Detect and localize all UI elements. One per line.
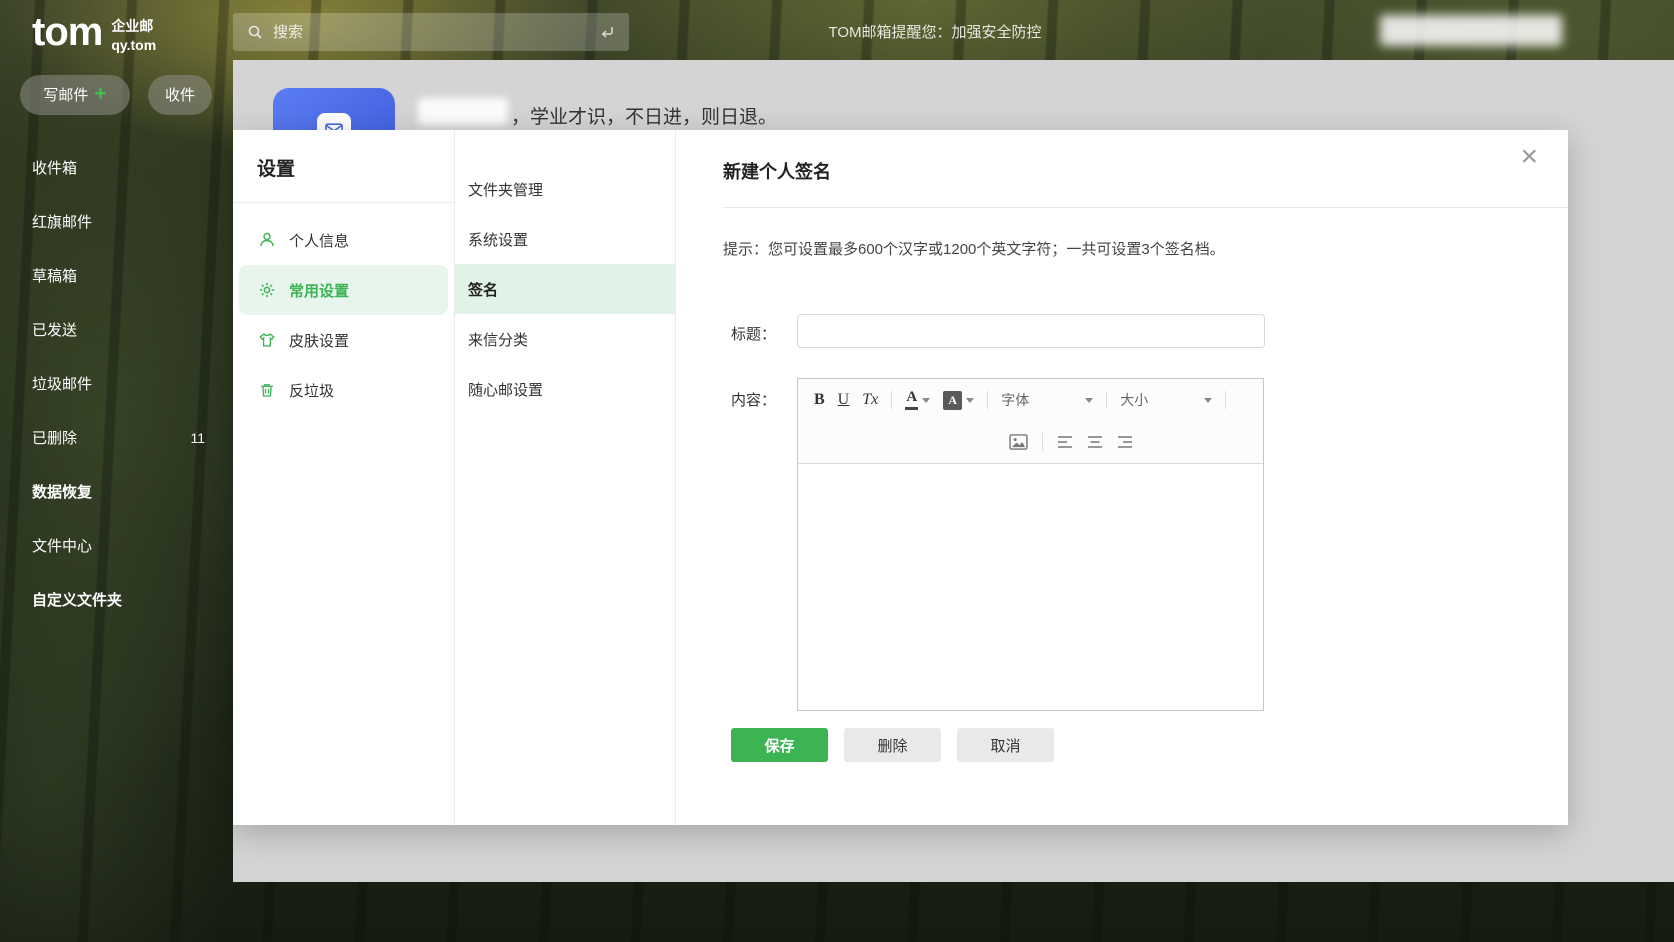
receive-button[interactable]: 收件 bbox=[148, 75, 212, 115]
editor-toolbar: B U Tx A A bbox=[798, 379, 1263, 464]
settings-nav-personal-info[interactable]: 个人信息 bbox=[239, 215, 448, 265]
cancel-button[interactable]: 取消 bbox=[957, 728, 1054, 762]
signature-panel: × 新建个人签名 提示：您可设置最多600个汉字或1200个英文字符；一共可设置… bbox=[676, 130, 1568, 825]
title-field-label: 标题： bbox=[731, 323, 776, 344]
signature-title-input[interactable] bbox=[797, 314, 1265, 348]
search-input[interactable] bbox=[273, 24, 589, 41]
align-left-icon[interactable] bbox=[1057, 435, 1073, 449]
bold-button[interactable]: B bbox=[814, 392, 825, 408]
settings-nav-anti-spam[interactable]: 反垃圾 bbox=[239, 365, 448, 415]
delete-button[interactable]: 删除 bbox=[844, 728, 941, 762]
action-buttons: 保存 删除 取消 bbox=[731, 728, 1054, 762]
settings-nav-skin-settings[interactable]: 皮肤设置 bbox=[239, 315, 448, 365]
align-right-icon[interactable] bbox=[1117, 435, 1133, 449]
close-icon[interactable]: × bbox=[1520, 142, 1538, 172]
subnav-folder-management[interactable]: 文件夹管理 bbox=[455, 164, 675, 214]
plus-icon: + bbox=[94, 83, 106, 104]
clear-format-button[interactable]: Tx bbox=[862, 392, 878, 408]
compose-button[interactable]: 写邮件 + bbox=[20, 75, 130, 115]
font-color-button[interactable]: A bbox=[905, 390, 930, 410]
topbar: TOM邮箱提醒您：加强安全防控 bbox=[0, 0, 1674, 60]
enter-icon[interactable] bbox=[599, 24, 615, 40]
sidebar-item-drafts[interactable]: 草稿箱 bbox=[0, 249, 233, 303]
insert-image-button[interactable] bbox=[1009, 434, 1028, 450]
sidebar-item-file-center[interactable]: 文件中心 bbox=[0, 519, 233, 573]
gear-icon bbox=[257, 281, 276, 299]
settings-subnav-column: 文件夹管理 系统设置 签名 来信分类 随心邮设置 bbox=[455, 130, 676, 825]
sidebar-item-data-recovery[interactable]: 数据恢复 bbox=[0, 465, 233, 519]
font-family-dropdown[interactable]: 字体 bbox=[1001, 390, 1093, 410]
trash-icon bbox=[257, 381, 276, 399]
sidebar-item-flagged[interactable]: 红旗邮件 bbox=[0, 195, 233, 249]
settings-title: 设置 bbox=[233, 154, 454, 203]
settings-modal: 设置 个人信息 常用设置 bbox=[233, 130, 1568, 825]
settings-nav-column: 设置 个人信息 常用设置 bbox=[233, 130, 455, 825]
shirt-icon bbox=[257, 331, 276, 349]
sidebar-item-spam[interactable]: 垃圾邮件 bbox=[0, 357, 233, 411]
font-color-bar bbox=[905, 407, 918, 410]
sidebar-menu: 收件箱 红旗邮件 草稿箱 已发送 垃圾邮件 已删除 11 数据恢复 文件中心 自… bbox=[0, 141, 233, 627]
content-field-label: 内容： bbox=[731, 389, 776, 410]
brand-domain: qy.tom bbox=[111, 36, 156, 55]
signature-hint: 提示：您可设置最多600个汉字或1200个英文字符；一共可设置3个签名档。 bbox=[723, 238, 1225, 259]
brand: tom 企业邮 qy.tom bbox=[0, 0, 233, 55]
toolbar-separator bbox=[891, 391, 892, 409]
brand-product: 企业邮 bbox=[111, 17, 156, 36]
chevron-down-icon bbox=[966, 398, 974, 403]
toolbar-separator bbox=[1042, 433, 1043, 451]
subnav-suixin-mail-settings[interactable]: 随心邮设置 bbox=[455, 364, 675, 414]
toolbar-separator bbox=[1225, 391, 1226, 409]
redacted-account bbox=[1380, 15, 1562, 46]
subnav-mail-classification[interactable]: 来信分类 bbox=[455, 314, 675, 364]
person-icon bbox=[257, 231, 276, 249]
font-size-dropdown[interactable]: 大小 bbox=[1120, 390, 1212, 410]
subnav-system-settings[interactable]: 系统设置 bbox=[455, 214, 675, 264]
panel-title: 新建个人签名 bbox=[723, 158, 831, 184]
sidebar-item-inbox[interactable]: 收件箱 bbox=[0, 141, 233, 195]
settings-nav-common-settings[interactable]: 常用设置 bbox=[239, 265, 448, 315]
sidebar-item-deleted[interactable]: 已删除 11 bbox=[0, 411, 233, 465]
chevron-down-icon bbox=[1085, 398, 1093, 403]
sidebar-item-sent[interactable]: 已发送 bbox=[0, 303, 233, 357]
panel-divider bbox=[723, 207, 1568, 208]
toolbar-separator bbox=[987, 391, 988, 409]
greeting-text: ，学业才识，不日进，则日退。 bbox=[511, 102, 777, 129]
toolbar-separator bbox=[1106, 391, 1107, 409]
chevron-down-icon bbox=[922, 398, 930, 403]
signature-content-area[interactable] bbox=[798, 464, 1263, 710]
deleted-count-badge: 11 bbox=[190, 430, 205, 446]
sidebar-item-custom-folders[interactable]: 自定义文件夹 bbox=[0, 573, 233, 627]
redacted-username bbox=[418, 98, 508, 125]
tom-logo: tom bbox=[32, 10, 102, 54]
align-center-icon[interactable] bbox=[1087, 435, 1103, 449]
rich-text-editor: B U Tx A A bbox=[797, 378, 1264, 711]
sidebar: tom 企业邮 qy.tom 写邮件 + 收件 收件箱 红旗邮件 草稿箱 已发送… bbox=[0, 0, 233, 942]
subnav-signature[interactable]: 签名 bbox=[455, 264, 675, 314]
search-box[interactable] bbox=[233, 13, 629, 51]
sidebar-actions: 写邮件 + 收件 bbox=[20, 75, 233, 115]
security-notice: TOM邮箱提醒您：加强安全防控 bbox=[745, 21, 1125, 42]
screen: { "brand": { "logo": "tom", "product": "… bbox=[0, 0, 1674, 942]
save-button[interactable]: 保存 bbox=[731, 728, 828, 762]
search-icon bbox=[247, 24, 263, 40]
background-color-button[interactable]: A bbox=[943, 391, 974, 410]
underline-button[interactable]: U bbox=[838, 392, 850, 408]
chevron-down-icon bbox=[1204, 398, 1212, 403]
